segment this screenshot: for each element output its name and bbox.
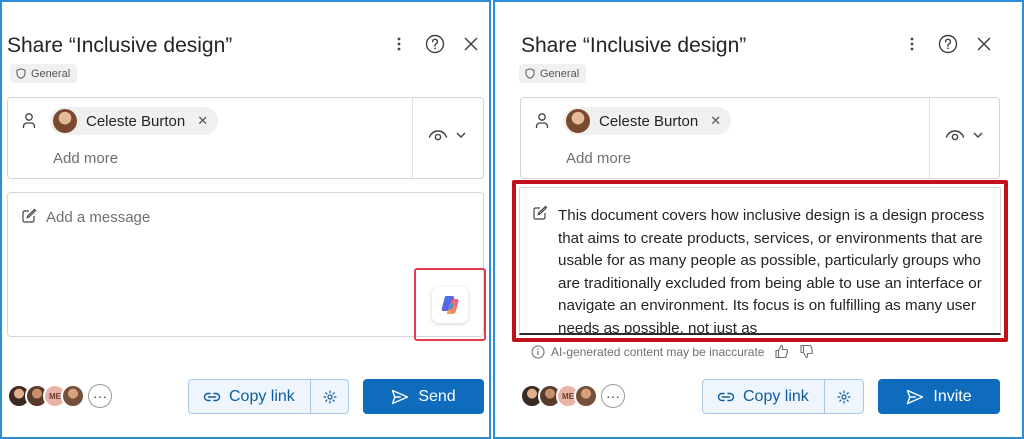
send-label: Send xyxy=(418,387,456,405)
chevron-down-icon xyxy=(456,132,466,138)
add-more-input[interactable]: Add more xyxy=(566,150,631,167)
thumbs-down-icon[interactable] xyxy=(799,344,814,359)
close-button[interactable] xyxy=(972,32,996,56)
person-icon xyxy=(22,113,36,128)
avatar xyxy=(61,384,85,408)
recipients-field[interactable]: Celeste Burton ✕ Add more xyxy=(7,97,484,179)
gear-icon xyxy=(322,389,337,404)
add-more-input[interactable]: Add more xyxy=(53,150,118,167)
permission-dropdown[interactable] xyxy=(428,128,474,142)
dialog-title: Share “Inclusive design” xyxy=(521,34,747,57)
help-button[interactable] xyxy=(423,32,447,56)
link-icon xyxy=(203,392,221,401)
dialog-header-actions xyxy=(387,32,495,56)
close-icon xyxy=(464,37,478,51)
divider xyxy=(929,98,930,178)
close-icon xyxy=(977,37,991,51)
invite-label: Invite xyxy=(933,387,972,405)
more-vertical-icon xyxy=(910,37,914,51)
copilot-button[interactable] xyxy=(432,287,468,323)
avatar xyxy=(53,109,77,133)
help-icon xyxy=(938,34,958,54)
copy-link-label: Copy link xyxy=(743,387,809,405)
recipients-field[interactable]: Celeste Burton ✕ Add more xyxy=(520,97,1000,179)
copy-link-button[interactable]: Copy link xyxy=(703,380,825,413)
gear-icon xyxy=(837,389,851,404)
shared-with-avatars[interactable]: ME ··· xyxy=(7,384,112,408)
ai-disclaimer: AI-generated content may be inaccurate xyxy=(531,344,814,359)
link-settings-button[interactable] xyxy=(825,380,863,413)
link-icon xyxy=(717,392,735,401)
copy-link-label: Copy link xyxy=(229,387,295,405)
invite-button[interactable]: Invite xyxy=(878,379,1000,414)
send-button[interactable]: Send xyxy=(363,379,484,414)
more-people-button[interactable]: ··· xyxy=(601,384,625,408)
send-icon xyxy=(392,389,409,404)
sensitivity-badge[interactable]: General xyxy=(519,64,587,83)
close-button[interactable] xyxy=(459,32,483,56)
sensitivity-label: General xyxy=(31,67,71,80)
link-settings-button[interactable] xyxy=(311,380,348,413)
avatar xyxy=(574,384,598,408)
eye-icon xyxy=(945,130,965,141)
more-people-button[interactable]: ··· xyxy=(88,384,112,408)
person-icon xyxy=(535,113,549,128)
recipient-chip[interactable]: Celeste Burton ✕ xyxy=(50,107,219,135)
sensitivity-label: General xyxy=(540,67,580,80)
thumbs-up-icon[interactable] xyxy=(774,344,789,359)
shield-icon xyxy=(16,68,26,79)
divider xyxy=(412,98,413,178)
more-options-button[interactable] xyxy=(387,32,411,56)
message-highlight xyxy=(512,180,1008,342)
permission-dropdown[interactable] xyxy=(945,128,991,142)
sensitivity-badge[interactable]: General xyxy=(10,64,78,83)
send-icon xyxy=(907,389,924,404)
dialog-title: Share “Inclusive design” xyxy=(7,34,233,57)
remove-recipient-icon[interactable]: ✕ xyxy=(197,113,208,129)
eye-icon xyxy=(428,130,448,141)
copy-link-button[interactable]: Copy link xyxy=(189,380,311,413)
recipient-name: Celeste Burton xyxy=(86,112,186,130)
copy-link-group: Copy link xyxy=(702,379,864,414)
dialog-header-actions xyxy=(900,32,1008,56)
help-icon xyxy=(425,34,445,54)
ai-disclaimer-text: AI-generated content may be inaccurate xyxy=(551,344,765,359)
share-dialog-before: Share “Inclusive design” General Celeste… xyxy=(0,0,491,439)
shield-icon xyxy=(525,68,535,79)
copilot-icon xyxy=(441,296,459,314)
copy-link-group: Copy link xyxy=(188,379,349,414)
message-placeholder: Add a message xyxy=(46,209,151,226)
help-button[interactable] xyxy=(936,32,960,56)
recipient-chip[interactable]: Celeste Burton ✕ xyxy=(563,107,732,135)
chevron-down-icon xyxy=(973,132,983,138)
info-icon xyxy=(531,344,545,359)
message-field[interactable]: Add a message xyxy=(7,192,484,337)
more-options-button[interactable] xyxy=(900,32,924,56)
recipient-name: Celeste Burton xyxy=(599,112,699,130)
shared-with-avatars[interactable]: ME ··· xyxy=(520,384,625,408)
more-vertical-icon xyxy=(397,37,401,51)
remove-recipient-icon[interactable]: ✕ xyxy=(710,113,721,129)
avatar xyxy=(566,109,590,133)
compose-icon xyxy=(22,208,37,223)
